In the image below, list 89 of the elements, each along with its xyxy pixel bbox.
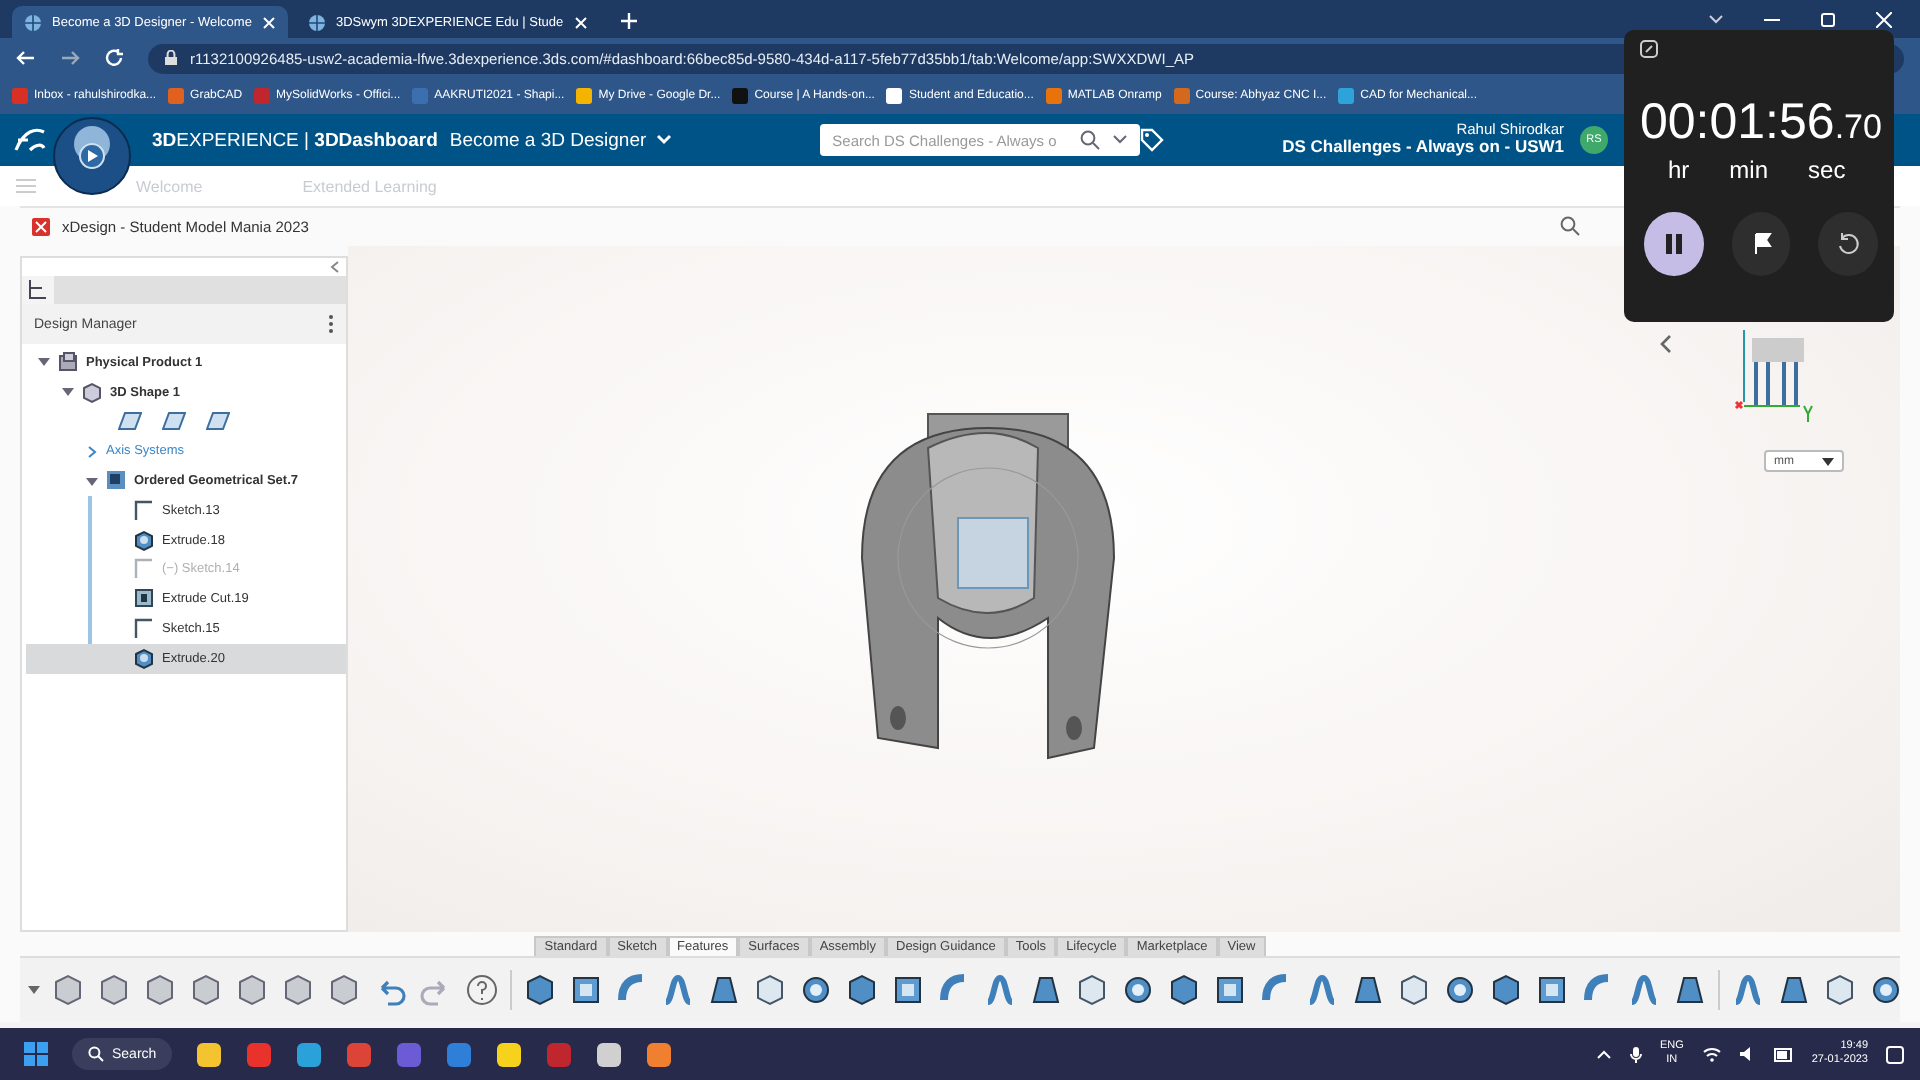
plane-zx-icon[interactable] (206, 412, 230, 431)
xdesign-app-icon (32, 218, 50, 236)
search-icon[interactable] (1560, 215, 1580, 235)
search-icon (88, 1046, 104, 1062)
shape-feature-icon (82, 381, 102, 404)
app-brand-title: 3DEXPERIENCE | 3DDashboard (152, 129, 438, 151)
app-icon[interactable] (646, 1041, 673, 1067)
box-icon[interactable] (1534, 972, 1570, 1008)
app-icon[interactable] (296, 1041, 323, 1067)
reset-button[interactable] (1818, 212, 1879, 276)
time-unit-label: sec (1808, 156, 1846, 184)
tool-cube-icon[interactable] (188, 972, 224, 1008)
bookmark-favicon-icon (1338, 88, 1355, 104)
box-icon[interactable] (1212, 972, 1248, 1008)
app-icon[interactable] (446, 1041, 473, 1067)
bookmark-favicon-icon (12, 88, 28, 104)
pause-icon (1663, 232, 1684, 256)
minimize-icon[interactable] (1764, 13, 1780, 25)
bookmark-favicon-icon (168, 88, 185, 104)
dashboard-menu[interactable]: Become a 3D Designer (449, 129, 673, 151)
extrude-feature-icon (134, 529, 154, 552)
notification-icon[interactable] (1886, 1045, 1904, 1063)
tool-cube-icon[interactable] (326, 972, 362, 1008)
tag-icon (1140, 128, 1165, 152)
plane-xy-icon[interactable] (118, 412, 142, 431)
extrude-feature-icon (134, 647, 154, 670)
flag-icon (1751, 232, 1771, 256)
sketch-feature-icon (134, 558, 154, 581)
lock-icon (164, 50, 178, 66)
solid-icon[interactable] (844, 972, 880, 1008)
battery-icon[interactable] (1773, 1047, 1794, 1061)
expanded-arrow-icon[interactable] (62, 386, 74, 399)
chevron-down-icon[interactable] (1708, 13, 1724, 25)
time-unit-label: hr (1668, 156, 1690, 184)
help-icon[interactable] (464, 972, 500, 1008)
reload-icon[interactable] (104, 48, 124, 68)
set-feature-icon (106, 470, 126, 493)
caret-icon (1822, 457, 1834, 465)
globe-icon (307, 13, 326, 31)
bookmark-favicon-icon (1045, 88, 1062, 104)
tool-cube-icon[interactable] (50, 972, 86, 1008)
pause-button[interactable] (1644, 212, 1704, 276)
ds-logo-icon (12, 126, 48, 154)
solid-icon[interactable] (1488, 972, 1524, 1008)
bookmark-favicon-icon (886, 88, 903, 104)
app-icon[interactable] (396, 1041, 423, 1067)
product-feature-icon (58, 351, 78, 374)
bookmark-favicon-icon (732, 88, 749, 104)
microphone-icon[interactable] (1629, 1045, 1642, 1063)
close-icon[interactable] (573, 15, 588, 29)
new-tab-icon[interactable] (619, 12, 638, 30)
chevron-down-icon (656, 134, 673, 146)
stopwatch-fraction: .70 (1834, 108, 1882, 148)
restore-icon[interactable] (1820, 11, 1836, 27)
tool-cube-icon[interactable] (234, 972, 270, 1008)
time-unit-label: min (1729, 156, 1769, 184)
sketch-feature-icon (134, 618, 154, 641)
sketch-feature-icon (134, 499, 154, 522)
chevron-up-icon[interactable] (1595, 1048, 1612, 1060)
bookmark-favicon-icon (576, 88, 593, 104)
expanded-arrow-icon[interactable] (86, 475, 98, 488)
search-icon (1080, 130, 1101, 150)
bookmark-favicon-icon (412, 88, 429, 104)
solid-icon[interactable] (522, 972, 558, 1008)
tool-cube-icon[interactable] (96, 972, 132, 1008)
windows-start-icon[interactable] (24, 1042, 48, 1066)
close-icon[interactable] (1876, 11, 1892, 27)
stopwatch-time: 00:01:56 (1640, 94, 1835, 152)
cut-feature-icon (134, 588, 154, 611)
forward-arrow-icon[interactable] (60, 48, 80, 68)
solid-icon[interactable] (1166, 972, 1202, 1008)
platform-menu[interactable]: DS Challenges - Always on - USW1 (1282, 138, 1564, 158)
lap-flag-button[interactable] (1731, 212, 1791, 276)
speaker-icon[interactable] (1739, 1046, 1756, 1062)
back-arrow-icon[interactable] (16, 48, 36, 68)
chevron-down-icon (1112, 134, 1129, 146)
close-icon[interactable] (261, 15, 276, 29)
bookmark-favicon-icon (254, 88, 271, 104)
globe-icon (24, 13, 42, 31)
reset-icon (1836, 232, 1861, 256)
bookmark-favicon-icon (1173, 88, 1190, 104)
plane-yz-icon[interactable] (162, 412, 186, 431)
box-icon[interactable] (890, 972, 926, 1008)
expanded-arrow-icon[interactable] (38, 356, 50, 369)
expand-arrow-icon[interactable] (28, 984, 40, 996)
tree-icon[interactable] (22, 276, 54, 304)
box-icon[interactable] (568, 972, 604, 1008)
wifi-icon[interactable] (1701, 1046, 1722, 1062)
more-options-icon[interactable] (328, 314, 334, 334)
